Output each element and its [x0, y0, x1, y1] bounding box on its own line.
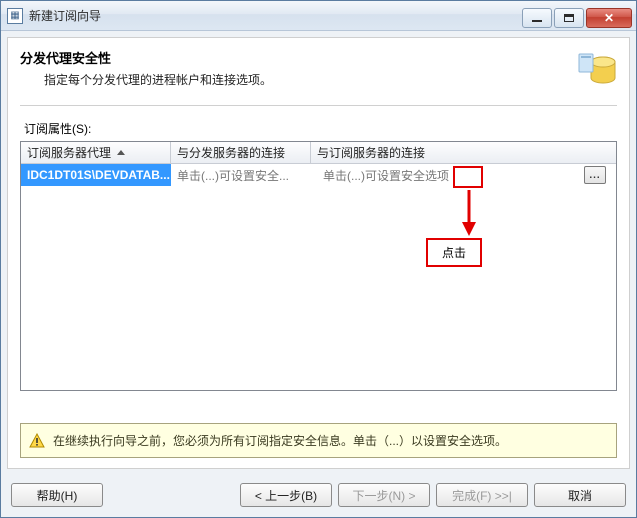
close-icon: ✕	[604, 11, 614, 25]
warning-icon	[29, 433, 45, 449]
annotation-callout-text: 点击	[442, 246, 466, 260]
finish-button[interactable]: 完成(F) >>|	[436, 483, 528, 507]
page-title: 分发代理安全性	[20, 48, 575, 67]
annotation-callout: 点击	[426, 238, 482, 267]
back-button[interactable]: < 上一步(B)	[240, 483, 332, 507]
table-row[interactable]: IDC1DT01S\DEVDATAB... 单击(...)可设置安全... 单击…	[21, 164, 616, 186]
col-agent[interactable]: 订阅服务器代理	[21, 142, 171, 163]
titlebar[interactable]: ▦ 新建订阅向导 ✕	[1, 1, 636, 31]
cell-sub-conn: 单击(...)可设置安全选项	[317, 164, 584, 186]
annotation-arrow-icon	[461, 190, 477, 239]
wizard-header: 分发代理安全性 指定每个分发代理的进程帐户和连接选项。	[20, 48, 617, 106]
subscription-grid: 订阅服务器代理 与分发服务器的连接 与订阅服务器的连接 IDC1DT01S\DE…	[20, 141, 617, 391]
minimize-icon	[532, 20, 542, 22]
cell-dist-conn: 单击(...)可设置安全...	[171, 164, 311, 186]
minimize-button[interactable]	[522, 8, 552, 28]
col-sub-conn[interactable]: 与订阅服务器的连接	[311, 142, 616, 163]
col-dist-conn[interactable]: 与分发服务器的连接	[171, 142, 311, 163]
close-button[interactable]: ✕	[586, 8, 632, 28]
col-agent-label: 订阅服务器代理	[27, 144, 111, 161]
maximize-button[interactable]	[554, 8, 584, 28]
col-dist-conn-label: 与分发服务器的连接	[177, 144, 285, 161]
subscription-properties-label: 订阅属性(S):	[24, 120, 617, 137]
warning-text: 在继续执行向导之前，您必须为所有订阅指定安全信息。单击（...）以设置安全选项。	[53, 432, 507, 449]
cancel-button[interactable]: 取消	[534, 483, 626, 507]
database-icon	[575, 48, 617, 93]
col-sub-conn-label: 与订阅服务器的连接	[317, 144, 425, 161]
set-security-button[interactable]: ...	[584, 166, 606, 184]
window-title: 新建订阅向导	[29, 7, 101, 24]
sort-asc-icon	[117, 150, 125, 155]
cell-agent: IDC1DT01S\DEVDATAB...	[21, 164, 171, 186]
grid-body: IDC1DT01S\DEVDATAB... 单击(...)可设置安全... 单击…	[21, 164, 616, 186]
client-area: 分发代理安全性 指定每个分发代理的进程帐户和连接选项。 订阅属性(S): 订阅服…	[7, 37, 630, 469]
warning-panel: 在继续执行向导之前，您必须为所有订阅指定安全信息。单击（...）以设置安全选项。	[20, 423, 617, 458]
grid-header: 订阅服务器代理 与分发服务器的连接 与订阅服务器的连接	[21, 142, 616, 164]
help-button[interactable]: 帮助(H)	[11, 483, 103, 507]
app-icon: ▦	[7, 8, 23, 24]
page-subtitle: 指定每个分发代理的进程帐户和连接选项。	[44, 71, 575, 88]
next-button[interactable]: 下一步(N) >	[338, 483, 430, 507]
maximize-icon	[564, 14, 574, 22]
window-controls: ✕	[522, 4, 636, 28]
wizard-buttons: 帮助(H) < 上一步(B) 下一步(N) > 完成(F) >>| 取消	[1, 475, 636, 517]
wizard-window: ▦ 新建订阅向导 ✕ 分发代理安全性 指定每个分发代理的进程帐户和连接选项。	[0, 0, 637, 518]
